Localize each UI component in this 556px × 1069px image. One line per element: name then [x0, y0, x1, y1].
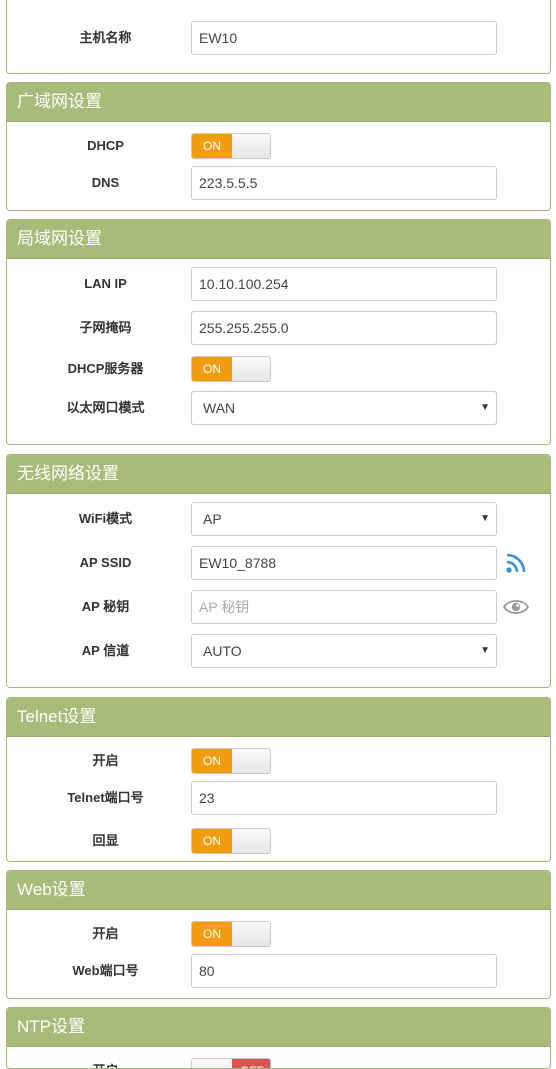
- telnet-enable-toggle[interactable]: ON: [191, 748, 271, 774]
- lan-panel-title: 局域网设置: [7, 220, 550, 259]
- wireless-panel-title: 无线网络设置: [7, 455, 550, 494]
- lan-eth-mode-value: WAN: [203, 400, 236, 416]
- lan-dhcp-server-label: DHCP服务器: [67, 361, 144, 376]
- lan-mask-input[interactable]: [191, 311, 497, 345]
- ntp-enable-toggle-state: OFF: [232, 1059, 270, 1068]
- lan-eth-mode-label: 以太网口模式: [66, 400, 145, 415]
- wan-panel: 广域网设置 DHCP ON DNS: [6, 82, 551, 211]
- wan-dns-label: DNS: [91, 175, 120, 190]
- telnet-port-label: Telnet端口号: [67, 790, 144, 805]
- wifi-signal-icon[interactable]: [503, 550, 529, 576]
- telnet-enable-row: 开启 ON: [7, 744, 550, 778]
- wifi-mode-select[interactable]: AP ▼: [191, 502, 497, 536]
- ap-ssid-input[interactable]: [191, 546, 497, 580]
- lan-ip-label: LAN IP: [84, 276, 127, 291]
- host-name-row: 主机名称: [7, 21, 550, 55]
- ntp-enable-row: 开启 OFF: [7, 1054, 550, 1068]
- web-panel-title: Web设置: [7, 871, 550, 910]
- ap-key-input[interactable]: [191, 590, 497, 624]
- ntp-enable-toggle[interactable]: OFF: [191, 1058, 271, 1068]
- telnet-panel: Telnet设置 开启 ON Telnet端口号 回显 ON: [6, 697, 551, 862]
- lan-mask-label: 子网掩码: [79, 320, 132, 335]
- telnet-port-row: Telnet端口号: [7, 781, 550, 815]
- wifi-mode-row: WiFi模式 AP ▼: [7, 502, 550, 536]
- dropdown-caret-icon: ▼: [480, 513, 490, 524]
- host-name-label: 主机名称: [79, 30, 132, 45]
- wan-dhcp-toggle-state: ON: [192, 134, 232, 158]
- dropdown-caret-icon: ▼: [480, 645, 490, 656]
- web-enable-toggle[interactable]: ON: [191, 921, 271, 947]
- telnet-echo-label: 回显: [92, 833, 119, 848]
- eye-icon[interactable]: [503, 594, 529, 620]
- host-panel: 主机名称: [6, 0, 551, 74]
- wan-panel-title: 广域网设置: [7, 83, 550, 122]
- wan-dhcp-row: DHCP ON: [7, 129, 550, 163]
- web-panel: Web设置 开启 ON Web端口号: [6, 870, 551, 999]
- wireless-panel: 无线网络设置 WiFi模式 AP ▼ AP SSID AP 秘钥 AP 信道 A…: [6, 454, 551, 688]
- lan-dhcp-server-toggle-state: ON: [192, 357, 232, 381]
- toggle-knob: [232, 829, 270, 853]
- ap-key-label: AP 秘钥: [81, 599, 130, 614]
- ntp-panel-title: NTP设置: [7, 1008, 550, 1047]
- web-enable-row: 开启 ON: [7, 917, 550, 951]
- toggle-knob: [232, 357, 270, 381]
- wan-dns-input[interactable]: [191, 166, 497, 200]
- ap-channel-select[interactable]: AUTO ▼: [191, 634, 497, 668]
- wan-dhcp-label: DHCP: [87, 138, 124, 153]
- wan-dns-row: DNS: [7, 166, 550, 200]
- lan-dhcp-server-toggle[interactable]: ON: [191, 356, 271, 382]
- ap-channel-label: AP 信道: [81, 643, 130, 658]
- lan-dhcp-server-row: DHCP服务器 ON: [7, 352, 550, 386]
- telnet-echo-toggle[interactable]: ON: [191, 828, 271, 854]
- lan-panel: 局域网设置 LAN IP 子网掩码 DHCP服务器 ON 以太网口模式 WAN …: [6, 219, 551, 445]
- lan-ip-row: LAN IP: [7, 267, 550, 301]
- toggle-knob: [192, 1059, 230, 1068]
- host-name-input[interactable]: [191, 21, 497, 55]
- dropdown-caret-icon: ▼: [480, 402, 490, 413]
- telnet-enable-toggle-state: ON: [192, 749, 232, 773]
- ap-ssid-row: AP SSID: [7, 546, 550, 580]
- telnet-echo-toggle-state: ON: [192, 829, 232, 853]
- telnet-panel-title: Telnet设置: [7, 698, 550, 737]
- toggle-knob: [232, 134, 270, 158]
- wifi-mode-label: WiFi模式: [78, 511, 133, 526]
- telnet-enable-label: 开启: [92, 753, 119, 768]
- web-port-input[interactable]: [191, 954, 497, 988]
- wifi-mode-value: AP: [203, 511, 222, 527]
- lan-eth-mode-select[interactable]: WAN ▼: [191, 391, 497, 425]
- ntp-panel: NTP设置 开启 OFF: [6, 1007, 551, 1069]
- lan-eth-mode-row: 以太网口模式 WAN ▼: [7, 391, 550, 425]
- toggle-knob: [232, 922, 270, 946]
- web-port-label: Web端口号: [72, 963, 139, 978]
- toggle-knob: [232, 749, 270, 773]
- ap-channel-value: AUTO: [203, 643, 242, 659]
- ap-ssid-label: AP SSID: [79, 555, 132, 570]
- web-port-row: Web端口号: [7, 954, 550, 988]
- lan-ip-input[interactable]: [191, 267, 497, 301]
- lan-mask-row: 子网掩码: [7, 311, 550, 345]
- web-enable-toggle-state: ON: [192, 922, 232, 946]
- ntp-enable-label: 开启: [7, 1054, 204, 1068]
- ap-key-row: AP 秘钥: [7, 590, 550, 624]
- web-enable-label: 开启: [92, 926, 119, 941]
- telnet-port-input[interactable]: [191, 781, 497, 815]
- telnet-echo-row: 回显 ON: [7, 824, 550, 858]
- ap-channel-row: AP 信道 AUTO ▼: [7, 634, 550, 668]
- wan-dhcp-toggle[interactable]: ON: [191, 133, 271, 159]
